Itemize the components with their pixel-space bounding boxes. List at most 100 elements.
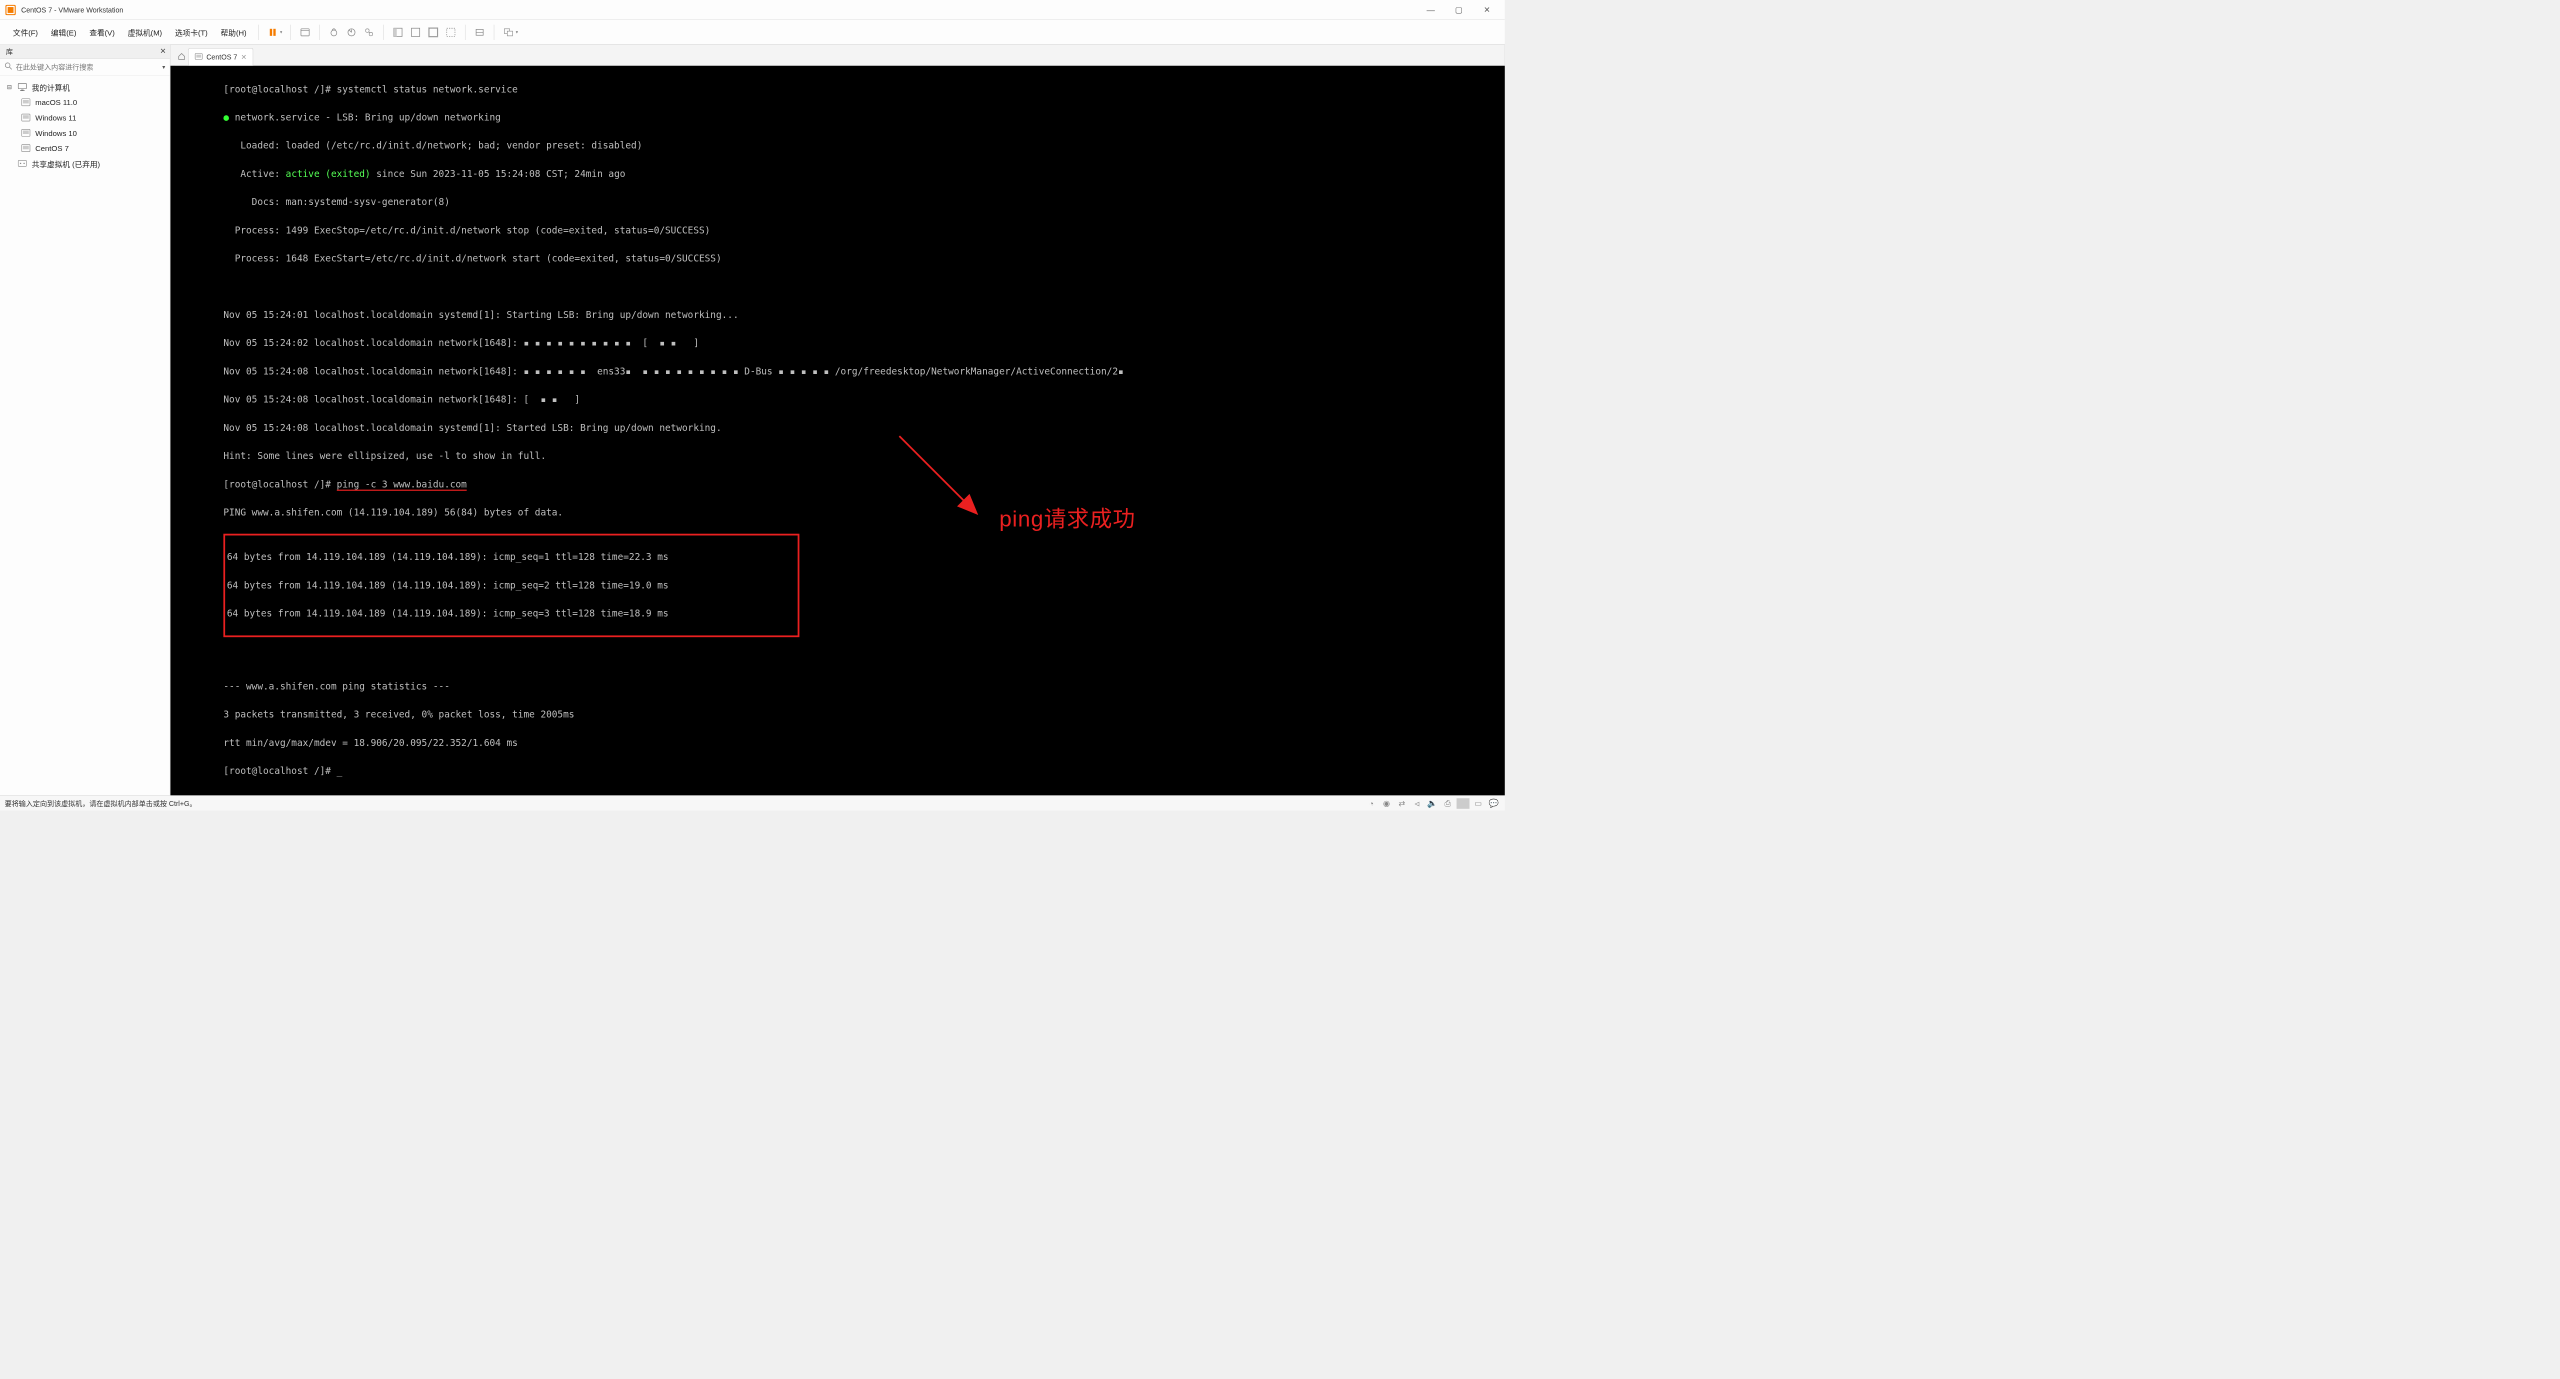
term-line: Hint: Some lines were ellipsized, use -l… (223, 449, 1499, 463)
separator (384, 24, 385, 39)
term-line: [root@localhost /]# ping -c 3 www.baidu.… (223, 477, 1499, 491)
separator (291, 24, 292, 39)
menu-edit[interactable]: 编辑(E) (45, 23, 82, 41)
expander-empty (6, 160, 13, 167)
tab-home[interactable] (175, 48, 188, 66)
display-cycle-icon[interactable] (500, 24, 516, 40)
tree-item-win11[interactable]: Windows 11 (0, 110, 170, 125)
content-area: CentOS 7 ✕ [root@localhost /]# systemctl… (170, 45, 1504, 796)
term-line: Nov 05 15:24:08 localhost.localdomain sy… (223, 421, 1499, 435)
term-line: Process: 1648 ExecStart=/etc/rc.d/init.d… (223, 252, 1499, 266)
tree-root-label: 我的计算机 (32, 81, 70, 92)
menu-file[interactable]: 文件(F) (7, 23, 44, 41)
status-text: 要将输入定向到该虚拟机，请在虚拟机内部单击或按 Ctrl+G。 (5, 798, 197, 808)
ping-command: ping -c 3 www.baidu.com (337, 478, 467, 490)
annotation-text: ping请求成功 (999, 513, 1135, 527)
expander-icon[interactable]: ⊟ (6, 83, 13, 90)
term-line: 64 bytes from 14.119.104.189 (14.119.104… (227, 550, 796, 564)
tab-close-icon[interactable]: ✕ (241, 53, 247, 61)
sidebar-title: 库 (6, 46, 13, 56)
status-printer-icon[interactable]: ⎙ (1441, 798, 1454, 809)
menu-view[interactable]: 查看(V) (83, 23, 120, 41)
pause-dropdown-icon[interactable]: ▾ (280, 29, 282, 34)
search-icon (5, 62, 13, 71)
view-fullscreen-icon[interactable] (425, 24, 441, 40)
tree-item-label: Windows 10 (35, 128, 77, 137)
window-title: CentOS 7 - VMware Workstation (21, 6, 123, 14)
pause-icon[interactable] (265, 24, 281, 40)
status-separator (1457, 798, 1470, 809)
sidebar: 库 ✕ ▾ ⊟ 我的计算机 macOS 11.0 (0, 45, 170, 796)
term-line (223, 280, 1499, 294)
view-unity-icon[interactable] (443, 24, 459, 40)
vm-icon (20, 143, 32, 152)
display-cycle-dropdown-icon[interactable]: ▾ (516, 29, 518, 34)
computer-icon (16, 82, 28, 91)
tab-label: CentOS 7 (206, 53, 237, 61)
term-line: 3 packets transmitted, 3 received, 0% pa… (223, 708, 1499, 722)
tree-item-win10[interactable]: Windows 10 (0, 125, 170, 140)
main-area: 库 ✕ ▾ ⊟ 我的计算机 macOS 11.0 (0, 45, 1505, 796)
tree-item-label: Windows 11 (35, 113, 76, 122)
term-line: Nov 05 15:24:01 localhost.localdomain sy… (223, 308, 1499, 322)
tree-shared-label: 共享虚拟机 (已弃用) (32, 158, 100, 169)
term-line: Nov 05 15:24:08 localhost.localdomain ne… (223, 364, 1499, 378)
term-line: [root@localhost /]# _ (223, 764, 1499, 778)
term-line: --- www.a.shifen.com ping statistics --- (223, 679, 1499, 693)
window-title-bar: CentOS 7 - VMware Workstation — ▢ ✕ (0, 0, 1505, 20)
maximize-button[interactable]: ▢ (1446, 1, 1472, 19)
status-cd-icon[interactable]: ◉ (1380, 798, 1393, 809)
app-icon (5, 4, 17, 16)
vm-icon (20, 113, 32, 122)
tab-strip: CentOS 7 ✕ (170, 45, 1504, 66)
display-stretch-icon[interactable] (472, 24, 488, 40)
tree-item-label: CentOS 7 (35, 144, 69, 153)
search-input[interactable] (16, 63, 159, 71)
tab-centos7[interactable]: CentOS 7 ✕ (188, 48, 253, 66)
term-line: Active: active (exited) since Sun 2023-1… (223, 167, 1499, 181)
snapshot-take-icon[interactable] (326, 24, 342, 40)
tree-item-macos[interactable]: macOS 11.0 (0, 95, 170, 110)
term-line: PING www.a.shifen.com (14.119.104.189) 5… (223, 506, 1499, 520)
terminal[interactable]: [root@localhost /]# systemctl status net… (170, 66, 1504, 795)
separator (494, 24, 495, 39)
view-borderless-icon[interactable] (408, 24, 424, 40)
shared-icon (16, 159, 28, 168)
send-cad-icon[interactable] (297, 24, 313, 40)
search-dropdown-icon[interactable]: ▾ (162, 64, 165, 70)
vm-icon (20, 128, 32, 137)
snapshot-revert-icon[interactable] (344, 24, 360, 40)
ping-highlight-box: 64 bytes from 14.119.104.189 (14.119.104… (223, 534, 799, 637)
menu-bar: 文件(F) 编辑(E) 查看(V) 虚拟机(M) 选项卡(T) 帮助(H) ▾ … (0, 20, 1505, 45)
status-net-icon[interactable]: ⇄ (1395, 798, 1408, 809)
term-line: Nov 05 15:24:08 localhost.localdomain ne… (223, 393, 1499, 407)
status-display-icon[interactable]: ▭ (1472, 798, 1485, 809)
tree-shared-vms[interactable]: 共享虚拟机 (已弃用) (0, 156, 170, 171)
sidebar-close-icon[interactable]: ✕ (160, 46, 166, 55)
tree-item-label: macOS 11.0 (35, 98, 77, 107)
menu-tabs[interactable]: 选项卡(T) (169, 23, 213, 41)
vm-icon (195, 53, 203, 62)
sidebar-header: 库 ✕ (0, 45, 170, 59)
menu-help[interactable]: 帮助(H) (215, 23, 253, 41)
term-line: Process: 1499 ExecStop=/etc/rc.d/init.d/… (223, 223, 1499, 237)
status-dot-icon: ● (223, 112, 234, 123)
home-icon (178, 52, 186, 62)
tree-root-my-computer[interactable]: ⊟ 我的计算机 (0, 79, 170, 94)
term-line: rtt min/avg/max/mdev = 18.906/20.095/22.… (223, 736, 1499, 750)
tree-item-centos7[interactable]: CentOS 7 (0, 140, 170, 155)
status-disk-icon[interactable]: ◔ (1365, 798, 1378, 809)
snapshot-manager-icon[interactable] (361, 24, 377, 40)
view-single-icon[interactable] (390, 24, 406, 40)
menu-vm[interactable]: 虚拟机(M) (122, 23, 168, 41)
term-line: ● network.service - LSB: Bring up/down n… (223, 111, 1499, 125)
status-usb-icon[interactable]: ⏿ (1411, 798, 1424, 809)
close-button[interactable]: ✕ (1474, 1, 1500, 19)
separator (258, 24, 259, 39)
term-line: [root@localhost /]# systemctl status net… (223, 82, 1499, 96)
status-message-icon[interactable]: 💬 (1487, 798, 1500, 809)
minimize-button[interactable]: — (1418, 1, 1444, 19)
status-sound-icon[interactable]: 🔈 (1426, 798, 1439, 809)
tree: ⊟ 我的计算机 macOS 11.0 Windows 11 Windows 10 (0, 76, 170, 175)
separator (319, 24, 320, 39)
